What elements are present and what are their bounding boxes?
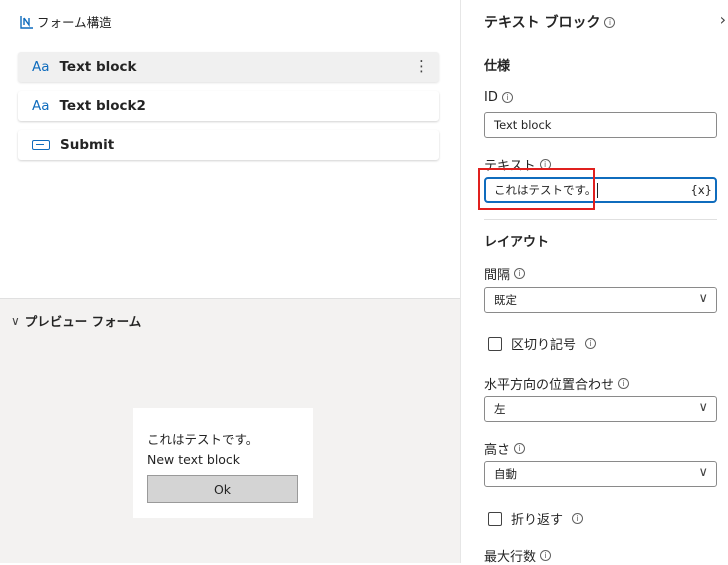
text-block-icon: Aa xyxy=(32,98,50,114)
form-structure-icon xyxy=(20,15,33,29)
tree-item-text-block2[interactable]: Aa Text block2 xyxy=(18,91,439,121)
form-structure-title: フォーム構造 xyxy=(37,15,112,30)
halign-label-text: 水平方向の位置合わせ xyxy=(484,378,615,393)
insert-variable-icon[interactable]: {x} xyxy=(691,183,712,197)
separator-checkbox[interactable] xyxy=(488,336,502,351)
ok-button[interactable]: Ok xyxy=(147,475,298,503)
form-structure-panel: フォーム構造 Aa Text block ⋮ Aa Text block2 Su… xyxy=(0,0,460,298)
preview-title: プレビュー フォーム xyxy=(24,314,142,329)
chevron-down-icon: ∨ xyxy=(698,291,708,306)
section-layout: レイアウト xyxy=(484,235,550,250)
info-icon[interactable]: i xyxy=(540,550,552,561)
spacing-value: 既定 xyxy=(494,293,517,307)
text-block-icon: Aa xyxy=(32,59,50,75)
tree-item-label: Text block2 xyxy=(59,98,146,114)
chevron-down-icon: ∨ xyxy=(698,400,708,415)
id-input[interactable]: Text block xyxy=(484,112,717,138)
info-icon[interactable]: i xyxy=(514,443,526,454)
section-spec: 仕様 xyxy=(484,59,511,74)
halign-select[interactable]: 左 ∨ xyxy=(484,396,717,422)
tree-item-label: Text block xyxy=(59,59,137,75)
wrap-checkbox[interactable] xyxy=(488,511,502,526)
preview-header[interactable]: ∨ プレビュー フォーム xyxy=(11,311,141,330)
halign-value: 左 xyxy=(494,402,506,416)
tree-item-submit[interactable]: Submit xyxy=(18,130,439,160)
height-select[interactable]: 自動 ∨ xyxy=(484,461,717,487)
wrap-checkbox-row[interactable]: 折り返す i xyxy=(488,509,584,528)
id-input-value: Text block xyxy=(494,118,552,132)
highlight-box xyxy=(478,168,595,210)
info-icon[interactable]: i xyxy=(514,268,526,279)
id-label-text: ID xyxy=(484,90,498,105)
left-pane: フォーム構造 Aa Text block ⋮ Aa Text block2 Su… xyxy=(0,0,460,563)
preview-form-card: これはテストです。 New text block Ok xyxy=(133,408,313,518)
maxlines-label-text: 最大行数 xyxy=(484,550,537,565)
id-label: ID i xyxy=(484,90,513,105)
spacing-select[interactable]: 既定 ∨ xyxy=(484,287,717,313)
halign-label: 水平方向の位置合わせ i xyxy=(484,374,630,393)
info-icon[interactable]: i xyxy=(572,513,584,524)
separator-checkbox-row[interactable]: 区切り記号 i xyxy=(488,334,597,353)
properties-panel: テキスト ブロック i › 仕様 ID i Text block テキスト i … xyxy=(460,0,728,565)
info-icon[interactable]: i xyxy=(501,92,513,103)
text-cursor xyxy=(597,182,599,198)
info-icon[interactable]: i xyxy=(618,378,630,389)
chevron-down-icon: ∨ xyxy=(698,465,708,480)
form-structure-header: フォーム構造 xyxy=(20,12,112,31)
spacing-label: 間隔 i xyxy=(484,264,526,283)
spacing-label-text: 間隔 xyxy=(484,268,511,283)
info-icon[interactable]: i xyxy=(585,338,597,349)
more-options-icon[interactable]: ⋮ xyxy=(414,57,429,75)
preview-text-block: これはテストです。 xyxy=(147,432,259,447)
chevron-right-icon[interactable]: › xyxy=(720,10,726,29)
separator-label: 区切り記号 xyxy=(511,338,577,353)
height-label-text: 高さ xyxy=(484,443,511,458)
preview-text-block2: New text block xyxy=(147,452,241,467)
chevron-down-icon[interactable]: ∨ xyxy=(11,314,20,328)
tree-item-label: Submit xyxy=(60,137,115,153)
divider xyxy=(484,219,717,220)
submit-button-icon xyxy=(32,140,50,150)
height-value: 自動 xyxy=(494,467,517,481)
panel-header: テキスト ブロック i xyxy=(484,12,616,32)
wrap-label: 折り返す xyxy=(511,513,564,528)
panel-title: テキスト ブロック xyxy=(484,15,601,31)
maxlines-label: 最大行数 i xyxy=(484,546,552,565)
info-icon[interactable]: i xyxy=(604,16,616,28)
tree-item-text-block[interactable]: Aa Text block ⋮ xyxy=(18,52,439,82)
preview-panel: ∨ プレビュー フォーム これはテストです。 New text block Ok xyxy=(0,298,460,563)
height-label: 高さ i xyxy=(484,439,526,458)
